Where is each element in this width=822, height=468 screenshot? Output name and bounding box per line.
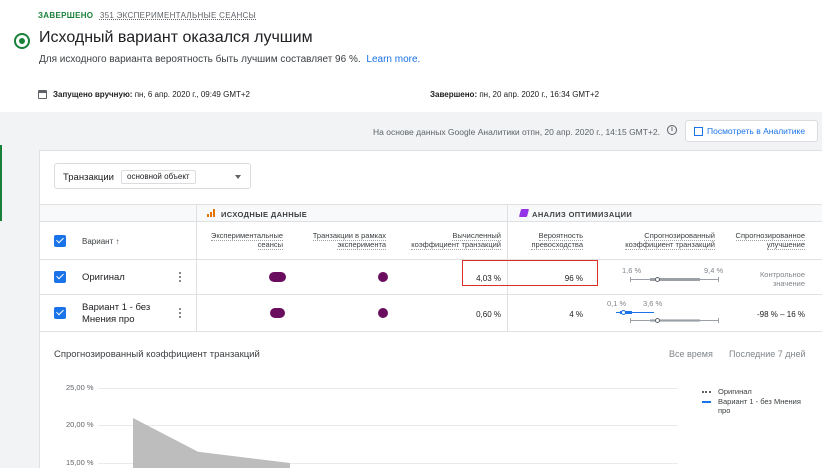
section-divider: [507, 295, 508, 331]
range-low-value: 0,1 %: [607, 299, 627, 308]
group-optimize-analysis: АНАЛИЗ ОПТИМИЗАЦИИ: [507, 205, 822, 222]
calendar-icon: [38, 90, 47, 99]
section-divider: [507, 222, 508, 259]
redacted-sessions-value: [269, 272, 286, 282]
column-transactions-line2: эксперимента: [337, 240, 386, 250]
select-all-checkbox[interactable]: [54, 235, 66, 247]
range-high-value: 3,6 %: [643, 299, 663, 308]
range-last-7-days[interactable]: Последние 7 дней: [729, 349, 806, 359]
started-info: Запущено вручную: пн, 6 апр. 2020 г., 09…: [53, 90, 250, 99]
left-accent-bar: [0, 145, 2, 221]
sort-arrow-icon: ↑: [115, 237, 120, 246]
row-checkbox[interactable]: [54, 271, 66, 283]
redacted-transactions-value: [378, 308, 388, 318]
bar-chart-icon: [207, 209, 217, 217]
range-point: [655, 318, 660, 323]
table-row: Вариант 1 - без Мнения про 0,60 % 4 % 0,…: [40, 294, 822, 331]
section-divider: [196, 260, 197, 294]
range-tick-right: [718, 277, 719, 282]
objective-label: Транзакции: [63, 172, 114, 183]
column-modeled-rate[interactable]: Спрогнозированный коэффициент транзакций: [625, 231, 715, 250]
learn-more-link[interactable]: Learn more.: [366, 54, 420, 65]
variant-name-line2: Мнения про: [82, 314, 135, 325]
view-in-analytics-button[interactable]: Посмотреть в Аналитике: [685, 120, 818, 142]
objective-select[interactable]: Транзакции основной объект: [54, 163, 251, 189]
series-original-area: [133, 418, 290, 468]
column-variant-label: Вариант: [82, 237, 114, 246]
caret-down-icon: [235, 175, 241, 179]
column-sessions-line2: сеансы: [257, 240, 283, 250]
column-prob-best-line2: превосходства: [531, 240, 583, 250]
ended-label: Завершено:: [430, 90, 478, 99]
winner-icon: [14, 33, 30, 49]
legend-swatch-variant: [702, 401, 711, 403]
ended-info: Завершено: пн, 20 апр. 2020 г., 16:34 GM…: [430, 90, 599, 99]
range-point: [621, 310, 626, 315]
group-source-data: ИСХОДНЫЕ ДАННЫЕ: [196, 205, 507, 222]
ended-value: пн, 20 апр. 2020 г., 16:34 GMT+2: [479, 90, 600, 99]
column-modeled-rate-line2: коэффициент транзакций: [625, 240, 715, 250]
highlight-box: [462, 260, 598, 286]
range-point: [655, 277, 660, 282]
conv-rate-value: 0,60 %: [476, 310, 501, 319]
modeled-rate-chart: Спрогнозированный коэффициент транзакций…: [40, 331, 822, 468]
legend-swatch-original: [702, 391, 711, 393]
prob-best-value: 4 %: [569, 310, 583, 319]
table-group-header: ИСХОДНЫЕ ДАННЫЕ АНАЛИЗ ОПТИМИЗАЦИИ: [40, 204, 822, 222]
range-tick-left: [630, 318, 631, 323]
group-optimize-label: АНАЛИЗ ОПТИМИЗАЦИИ: [532, 210, 633, 219]
column-transactions[interactable]: Транзакции в рамках эксперимента: [312, 231, 386, 250]
column-conv-rate-line2: коэффициент транзакций: [411, 240, 501, 250]
control-value-line1: Контрольное: [759, 270, 805, 279]
column-sessions[interactable]: Экспериментальные сеансы: [210, 231, 283, 250]
redacted-sessions-value: [270, 308, 285, 318]
view-in-analytics-label: Посмотреть в Аналитике: [707, 126, 806, 136]
column-conv-rate[interactable]: Вычисленный коэффициент транзакций: [411, 231, 501, 250]
legend-variant-line2: про: [718, 406, 731, 415]
improvement-value: -98 % – 16 %: [756, 310, 805, 319]
variant-name[interactable]: Вариант 1 - без Мнения про: [82, 302, 150, 326]
legend-variant: Вариант 1 - без Мнения про: [718, 397, 801, 415]
range-high-value: 9,4 %: [704, 266, 724, 275]
range-tick-left: [630, 277, 631, 282]
range-tick-right: [718, 318, 719, 323]
variant-name[interactable]: Оригинал: [82, 272, 125, 284]
started-label: Запущено вручную:: [53, 90, 133, 99]
column-prob-best[interactable]: Вероятность превосходства: [531, 231, 583, 250]
range-low-value: 1,6 %: [622, 266, 642, 275]
subtitle-text: Для исходного варианта вероятность быть …: [39, 54, 361, 65]
open-external-icon: [694, 127, 703, 136]
column-modeled-improvement[interactable]: Спрогнозированное улучшение: [735, 231, 805, 250]
page-title: Исходный вариант оказался лучшим: [39, 29, 313, 46]
report-card: Транзакции основной объект ИСХОДНЫЕ ДАНН…: [39, 150, 822, 468]
section-divider: [196, 222, 197, 259]
page-subtitle: Для исходного варианта вероятность быть …: [39, 54, 420, 65]
variant-name-line1: Вариант 1 - без: [82, 302, 151, 313]
section-divider: [196, 295, 197, 331]
info-icon[interactable]: i: [667, 125, 677, 135]
status-line: ЗАВЕРШЕНО 351 ЭКСПЕРИМЕНТАЛЬНЫЕ СЕАНСЫ: [38, 11, 256, 20]
redacted-transactions-value: [378, 272, 388, 282]
status-badge: ЗАВЕРШЕНО: [38, 11, 94, 20]
ga-data-note: На основе данных Google Аналитики отпн, …: [373, 127, 661, 137]
more-vert-icon[interactable]: [179, 272, 181, 282]
experiment-header: ЗАВЕРШЕНО 351 ЭКСПЕРИМЕНТАЛЬНЫЕ СЕАНСЫ И…: [0, 0, 822, 112]
column-modeled-improvement-line2: улучшение: [766, 240, 805, 250]
optimize-icon: [518, 209, 530, 217]
sessions-count[interactable]: 351 ЭКСПЕРИМЕНТАЛЬНЫЕ СЕАНСЫ: [100, 11, 256, 20]
started-value: пн, 6 апр. 2020 г., 09:49 GMT+2: [134, 90, 250, 99]
control-value-label: Контрольное значение: [760, 270, 805, 288]
row-checkbox[interactable]: [54, 307, 66, 319]
chart-plot: [133, 418, 290, 468]
column-variant[interactable]: Вариант ↑: [82, 237, 119, 246]
table-header: Вариант ↑ Экспериментальные сеансы Транз…: [40, 221, 822, 259]
group-source-label: ИСХОДНЫЕ ДАННЫЕ: [221, 210, 308, 219]
primary-objective-chip: основной объект: [121, 170, 196, 184]
legend-original: Оригинал: [718, 387, 752, 396]
more-vert-icon[interactable]: [179, 308, 181, 318]
control-value-line2: значение: [772, 279, 805, 288]
legend-variant-line1: Вариант 1 - без Мнения: [718, 397, 801, 406]
table-row: Оригинал 4,03 % 96 % 1,6 % 9,4 % Контрол…: [40, 259, 822, 294]
